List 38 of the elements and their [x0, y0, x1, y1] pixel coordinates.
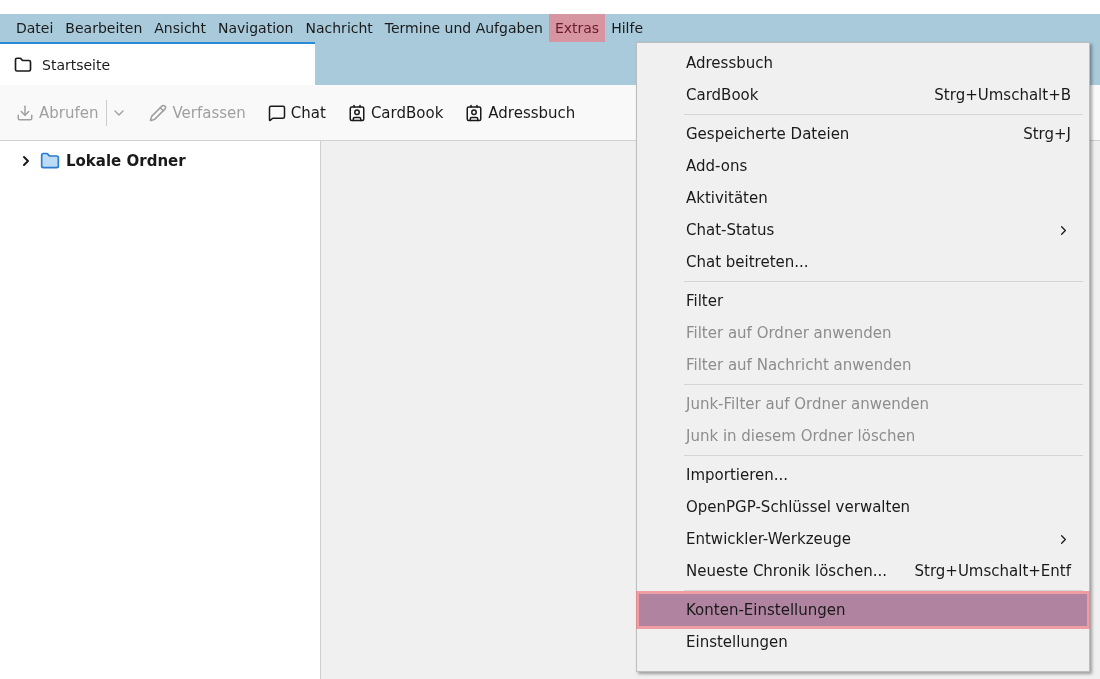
- menu-bar-item[interactable]: Nachricht: [299, 14, 379, 42]
- menu-item[interactable]: Add-ons: [639, 150, 1087, 182]
- folder-icon: [14, 55, 32, 74]
- menu-item[interactable]: Chat beitreten...: [639, 246, 1087, 278]
- menu-item[interactable]: OpenPGP-Schlüssel verwalten: [639, 491, 1087, 523]
- chat-icon: [267, 103, 286, 122]
- menu-bar-item[interactable]: Bearbeiten: [59, 14, 149, 42]
- menu-bar-item[interactable]: Hilfe: [605, 14, 649, 42]
- toolbar-button[interactable]: Adressbuch: [465, 103, 576, 122]
- menu-item[interactable]: CardBook Strg+Umschalt+B: [639, 79, 1087, 111]
- menu-bar-item[interactable]: Termine und Aufgaben: [378, 14, 549, 42]
- menu-item[interactable]: Filter: [639, 285, 1087, 317]
- tab-label: Startseite: [42, 56, 111, 73]
- menu-item[interactable]: Adressbuch: [639, 47, 1087, 79]
- shortcut-label: Strg+Umschalt+Entf: [914, 562, 1071, 580]
- menu-bar-item[interactable]: Extras: [548, 14, 606, 42]
- toolbar-button[interactable]: CardBook: [347, 103, 444, 122]
- menu-bar-item[interactable]: Navigation: [212, 14, 300, 42]
- address-book-icon: [465, 103, 484, 122]
- toolbar-button[interactable]: Chat: [267, 103, 326, 122]
- pencil-icon: [149, 103, 168, 122]
- menu-item[interactable]: Neueste Chronik löschen... Strg+Umschalt+Entf: [639, 555, 1087, 587]
- shortcut-label: Strg+J: [1023, 125, 1071, 143]
- menu-item[interactable]: Konten-Einstellungen: [639, 594, 1087, 626]
- folder-icon: [40, 151, 60, 171]
- menu-item[interactable]: Aktivitäten: [639, 182, 1087, 214]
- menu-item[interactable]: Einstellungen: [639, 626, 1087, 658]
- contact-list-icon: [347, 103, 366, 122]
- tab[interactable]: Startseite: [0, 42, 315, 85]
- menu-item[interactable]: Importieren...: [639, 459, 1087, 491]
- download-icon: [16, 103, 34, 122]
- menu-item[interactable]: Chat-Status: [639, 214, 1087, 246]
- menu-bar-item[interactable]: Datei: [10, 14, 60, 42]
- shortcut-label: Strg+Umschalt+B: [934, 86, 1071, 104]
- folder-label[interactable]: Lokale Ordner: [66, 152, 186, 170]
- menu-bar-item[interactable]: Ansicht: [148, 14, 212, 42]
- menu-item[interactable]: Entwickler-Werkzeuge: [639, 523, 1087, 555]
- menu-item[interactable]: Gespeicherte Dateien Strg+J: [639, 118, 1087, 150]
